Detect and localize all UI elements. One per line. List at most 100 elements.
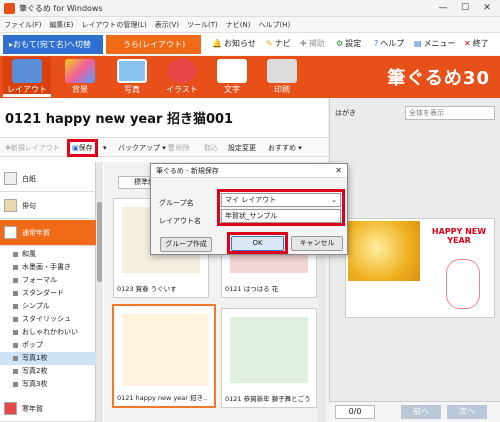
recommended-button[interactable]: おすすめ ▾ (268, 142, 302, 154)
ribbon-background-button[interactable]: 背景 (56, 57, 104, 97)
help-button[interactable]: ? ヘルプ (374, 37, 404, 51)
kannen-icon (4, 402, 17, 415)
lucky-cat-illust (446, 259, 480, 309)
chevron-down-icon: ⌄ (331, 196, 337, 204)
illust-icon (167, 59, 197, 83)
template-caption: 0121 恭賀新年 獅子舞とごう (225, 395, 311, 403)
settings-button[interactable]: ⚙ 設定 (336, 37, 361, 51)
subcategory-suibokuga[interactable]: 水墨画・手書き (0, 261, 96, 274)
subcategory-wafu[interactable]: 和風 (0, 248, 96, 261)
import-button[interactable]: 取込 (204, 142, 218, 154)
change-settings-button[interactable]: 設定変更 (228, 142, 256, 154)
subcategory-standard[interactable]: スタンダード (0, 287, 96, 300)
background-icon (65, 59, 95, 83)
save-dropdown-icon[interactable]: ▾ (103, 142, 107, 154)
layout-mode-tab[interactable]: うら(レイアウト) (106, 35, 201, 54)
layout-name-input[interactable]: 年賀状_サンプル (221, 209, 341, 223)
ok-button[interactable]: OK (231, 236, 284, 251)
zoom-select[interactable]: 全体を表示 (405, 106, 495, 120)
menu-tools[interactable]: ツール(T) (183, 17, 222, 33)
question-icon: ? (374, 39, 379, 48)
group-name-select[interactable]: マイ レイアウト ⌄ (221, 193, 341, 207)
dialog-close-icon[interactable]: ✕ (335, 164, 342, 178)
subcategory-simple[interactable]: シンプル (0, 300, 96, 313)
delete-button[interactable]: 🗑削除 (167, 142, 190, 154)
template-caption: 0121 happy new year 招き… (117, 394, 207, 402)
category-list: 白紙 俳句 通常年賀 和風 水墨画・手書き フォーマル スタンダード シンプル … (0, 162, 96, 422)
preview-banner: HAPPY NEW YEAR (431, 227, 487, 245)
category-scrollbar[interactable] (96, 162, 103, 422)
hojo-button[interactable]: ✚ 補助 (300, 37, 325, 51)
menu-edit[interactable]: 編集(E) (46, 17, 78, 33)
next-page-button[interactable]: 次へ (447, 405, 487, 419)
preview-rose-photo (348, 221, 420, 281)
dialog-title: 筆ぐるめ - 新規保存 ✕ (151, 164, 347, 178)
create-group-button[interactable]: グループ作成 (160, 237, 212, 252)
window-title: 筆ぐるめ for Windows (19, 4, 103, 13)
subcategory-oshare[interactable]: おしゃれかわいい (0, 326, 96, 339)
layout-tools-bar: ✚新規レイアウト ▣保存 ▾ バックアップ ▾ 🗑削除 取込 設定変更 おすすめ… (0, 137, 328, 157)
category-nenga[interactable]: 通常年賀 (0, 220, 96, 246)
category-haiku[interactable]: 俳句 (0, 193, 96, 219)
layout-icon (12, 59, 42, 83)
subcategory-formal[interactable]: フォーマル (0, 274, 96, 287)
ribbon-layout-button[interactable]: レイアウト (3, 57, 51, 97)
template-thumbnail (122, 314, 208, 386)
subcategory-pop[interactable]: ポップ (0, 339, 96, 352)
preview-header: はがき 全体を表示 (329, 106, 500, 124)
backup-button[interactable]: バックアップ ▾ (118, 142, 166, 154)
menu-navi[interactable]: ナビ(N) (222, 17, 255, 33)
current-layout-title: 0121 happy new year 招き猫001 (5, 112, 234, 127)
prev-page-button[interactable]: 前へ (401, 405, 441, 419)
photo-icon (117, 59, 147, 83)
cancel-button[interactable]: キャンセル (291, 236, 343, 251)
blank-icon (4, 172, 17, 185)
scrollbar-thumb[interactable] (97, 202, 102, 282)
subcategory-photo1[interactable]: 写真1枚 (0, 352, 96, 365)
close-window-button[interactable]: ✕ (476, 0, 498, 16)
main-ribbon: レイアウト 背景 写真 イラスト 文字 印刷 筆ぐるめ30 (0, 56, 500, 98)
subcategory-stylish[interactable]: スタイリッシュ (0, 313, 96, 326)
menu-icon: ▤ (414, 39, 422, 48)
category-kannen[interactable]: 寒年賀 (0, 396, 96, 422)
subcategory-photo3[interactable]: 写真3枚 (0, 378, 96, 391)
ribbon-photo-button[interactable]: 写真 (108, 57, 156, 97)
category-blank[interactable]: 白紙 (0, 166, 96, 192)
app-window: 筆ぐるめ for Windows — ☐ ✕ ファイル(F) 編集(E) レイアウト… (0, 0, 500, 422)
ribbon-print-button[interactable]: 印刷 (258, 57, 306, 97)
title-bar: 筆ぐるめ for Windows — ☐ ✕ (0, 0, 500, 17)
ribbon-illust-button[interactable]: イラスト (158, 57, 206, 97)
minimize-button[interactable]: — (432, 0, 454, 16)
ribbon-text-button[interactable]: 文字 (208, 57, 256, 97)
navi-button[interactable]: ✎ ナビ (266, 37, 291, 51)
menu-layout-management[interactable]: レイアウトの管理(L) (77, 17, 150, 33)
template-card[interactable]: 0121 恭賀新年 獅子舞とごう (221, 308, 317, 408)
notice-button[interactable]: 🔔 お知らせ (212, 37, 256, 51)
save-button[interactable]: ▣保存 (67, 139, 98, 157)
app-logo: 筆ぐるめ30 (387, 68, 490, 89)
menu-help[interactable]: ヘルプ(H) (254, 17, 294, 33)
menu-bar: ファイル(F) 編集(E) レイアウトの管理(L) 表示(V) ツール(T) ナビ(N) ヘ… (0, 17, 500, 33)
subcategory-photo2[interactable]: 写真2枚 (0, 365, 96, 378)
navi-icon: ✎ (266, 39, 273, 48)
app-icon (4, 3, 15, 14)
template-thumbnail (230, 317, 308, 383)
nenga-icon (4, 226, 17, 239)
template-card-selected[interactable]: 0121 happy new year 招き… (112, 304, 216, 408)
preview-footer: 0/0 前へ 次へ (329, 401, 500, 422)
new-save-dialog: 筆ぐるめ - 新規保存 ✕ グループ名 レイアウト名 マイ レイアウト ⌄ 年賀状_… (150, 163, 348, 255)
new-layout-button[interactable]: ✚新規レイアウト (5, 142, 60, 154)
page-counter: 0/0 (335, 405, 375, 419)
maximize-button[interactable]: ☐ (454, 0, 476, 16)
mode-toolbar: ▸おもて(宛て名)へ切替 うら(レイアウト) 🔔 お知らせ ✎ ナビ ✚ 補助 ⚙ 設定… (0, 33, 500, 55)
menu-file[interactable]: ファイル(F) (0, 17, 46, 33)
template-caption: 0121 はつはる 花 (225, 285, 279, 293)
template-caption: 0123 賀春 うぐいす (117, 285, 177, 293)
group-name-label: グループ名 (159, 199, 194, 207)
postcard-preview: HAPPY NEW YEAR (345, 218, 495, 318)
menu-view[interactable]: 表示(V) (151, 17, 183, 33)
switch-to-address-button[interactable]: ▸おもて(宛て名)へ切替 (3, 35, 103, 54)
preview-label: はがき (335, 109, 356, 117)
exit-button[interactable]: ✕ 終了 (464, 37, 489, 51)
menu-button[interactable]: ▤ メニュー (414, 37, 456, 51)
